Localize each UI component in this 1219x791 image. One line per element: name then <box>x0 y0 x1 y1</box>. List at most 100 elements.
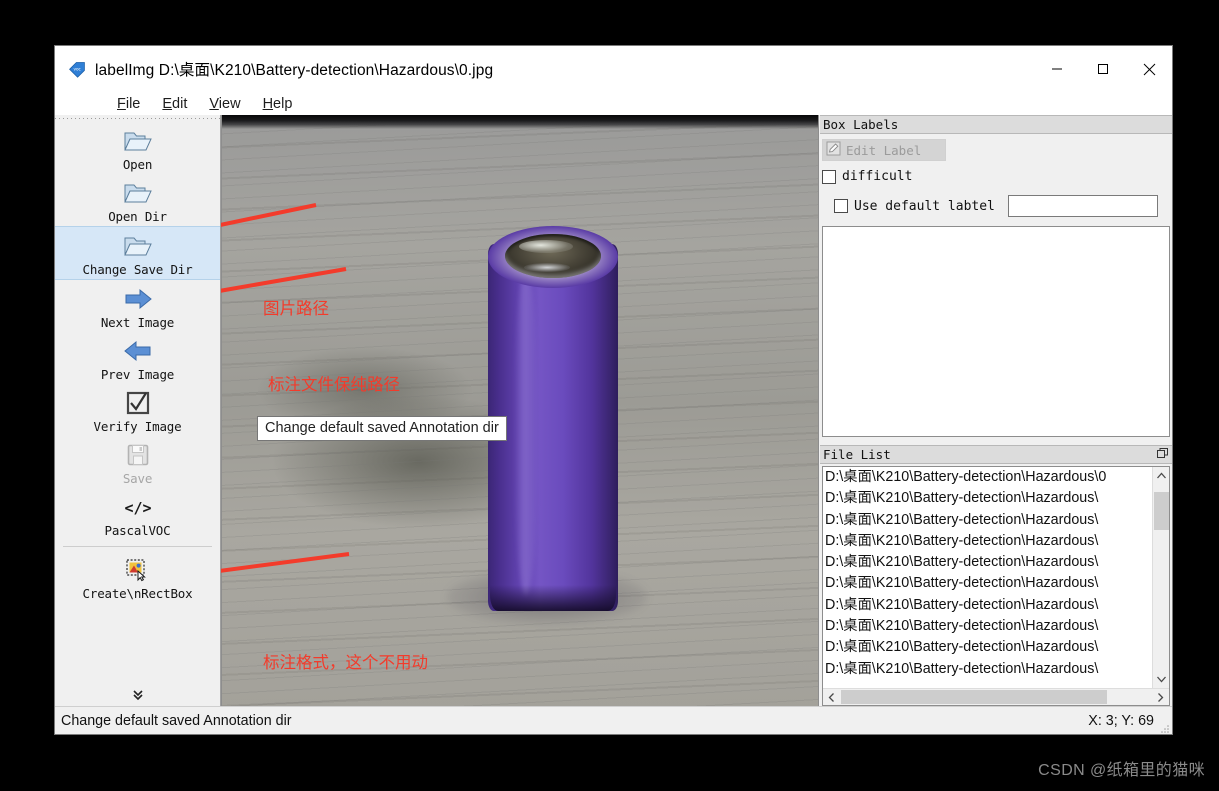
toolbar-label-save: Save <box>122 471 153 486</box>
labelimg-window: voc labelImg D:\桌面\K210\Battery-detectio… <box>54 45 1173 735</box>
toolbar-label-create-rect-box: Create\nRectBox <box>82 586 193 601</box>
list-item[interactable]: D:\桌面\K210\Battery-detection\Hazardous\ <box>825 616 1152 637</box>
left-toolbar: Open Open Dir Change Save Dir Next Image… <box>55 115 221 706</box>
toolbar-label-open: Open <box>122 157 153 172</box>
toolbar-label-change-save-dir: Change Save Dir <box>82 262 193 277</box>
create-rect-icon <box>125 555 151 585</box>
file-list-title: File List <box>823 447 891 462</box>
chevron-down-icon[interactable] <box>1153 671 1169 688</box>
list-item[interactable]: D:\桌面\K210\Battery-detection\Hazardous\ <box>825 637 1152 658</box>
annotation-text-save-path: 标注文件保纯路径 <box>268 375 400 394</box>
toolbar-item-open-dir[interactable]: Open Dir <box>55 174 220 226</box>
file-list-horizontal-scrollbar[interactable] <box>823 688 1169 705</box>
menu-bar: File Edit View Help <box>55 92 1172 115</box>
list-item[interactable]: D:\桌面\K210\Battery-detection\Hazardous\ <box>825 552 1152 573</box>
battery-object <box>488 226 618 611</box>
chevron-left-icon[interactable] <box>823 692 840 703</box>
use-default-label-checkbox[interactable] <box>834 199 848 213</box>
toolbar-item-save[interactable]: Save <box>55 436 220 488</box>
toolbar-item-create-rect-box[interactable]: Create\nRectBox <box>55 551 220 603</box>
window-controls <box>1034 46 1172 92</box>
toolbar-separator <box>63 546 212 547</box>
edit-label-button-text: Edit Label <box>846 142 922 158</box>
edit-label-button[interactable]: Edit Label <box>822 139 946 161</box>
list-item[interactable]: D:\桌面\K210\Battery-detection\Hazardous\ <box>825 659 1152 680</box>
file-list-panel: File List D:\桌面\K210\Battery-detection\H… <box>820 445 1172 706</box>
double-chevron-down-icon[interactable] <box>55 687 220 702</box>
tag-icon: voc <box>68 60 86 78</box>
toolbar-label-next-image: Next Image <box>100 315 175 330</box>
toolbar-item-format[interactable]: </> PascalVOC <box>55 488 220 540</box>
file-list-vertical-scrollbar[interactable] <box>1152 467 1169 688</box>
toolbar-drag-handle[interactable] <box>55 115 220 122</box>
resize-grip[interactable] <box>1160 722 1170 733</box>
toolbar-item-prev-image[interactable]: Prev Image <box>55 332 220 384</box>
difficult-checkbox[interactable] <box>822 169 836 184</box>
box-labels-panel: Box Labels Edit Label difficult Use defa… <box>820 115 1172 437</box>
annotation-text-format: 标注格式，这个不用动 <box>263 653 428 672</box>
chevron-up-icon[interactable] <box>1153 467 1169 484</box>
list-item[interactable]: D:\桌面\K210\Battery-detection\Hazardous\ <box>825 510 1152 531</box>
toolbar-item-verify-image[interactable]: Verify Image <box>55 384 220 436</box>
list-item[interactable]: D:\桌面\K210\Battery-detection\Hazardous\ <box>825 573 1152 594</box>
list-item[interactable]: D:\桌面\K210\Battery-detection\Hazardous\ <box>825 488 1152 509</box>
file-list-box[interactable]: D:\桌面\K210\Battery-detection\Hazardous\0… <box>822 466 1170 706</box>
file-list-title-bar: File List <box>820 445 1172 464</box>
menu-item-file[interactable]: File <box>117 96 140 112</box>
title-bar: voc labelImg D:\桌面\K210\Battery-detectio… <box>55 46 1172 92</box>
undock-icon[interactable] <box>1157 447 1168 462</box>
menu-file-mnemonic: F <box>117 95 126 112</box>
list-item[interactable]: D:\桌面\K210\Battery-detection\Hazardous\ <box>825 531 1152 552</box>
menu-edit-mnemonic: E <box>162 95 173 112</box>
canvas-area: 图片路径 标注文件保纯路径 标注格式，这个不用动 <box>221 115 820 706</box>
horizontal-scroll-thumb[interactable] <box>841 690 1107 704</box>
status-bar: Change default saved Annotation dir X: 3… <box>55 706 1172 734</box>
toolbar-item-open[interactable]: Open <box>55 122 220 174</box>
svg-text:voc: voc <box>74 67 82 72</box>
menu-help-mnemonic: H <box>262 95 274 112</box>
status-message: Change default saved Annotation dir <box>61 712 292 729</box>
toolbar-label-format: PascalVOC <box>104 523 171 538</box>
floppy-disk-icon <box>126 440 150 470</box>
toolbar-item-next-image[interactable]: Next Image <box>55 280 220 332</box>
box-labels-title: Box Labels <box>823 117 899 132</box>
minimize-button[interactable] <box>1034 46 1080 92</box>
image-canvas[interactable] <box>221 115 819 706</box>
menu-item-edit[interactable]: Edit <box>162 96 187 112</box>
default-label-input[interactable] <box>1007 195 1158 217</box>
use-default-label-text: Use default labtel <box>854 198 995 214</box>
close-button[interactable] <box>1126 46 1172 92</box>
menu-help-rest: elp <box>273 95 293 112</box>
menu-item-view[interactable]: View <box>209 96 240 112</box>
menu-view-mnemonic: V <box>209 95 219 112</box>
arrow-right-icon <box>122 284 154 314</box>
battery-highlight <box>514 266 538 596</box>
battery-bottom-shade <box>490 585 616 611</box>
battery-body <box>488 244 618 611</box>
box-labels-list[interactable] <box>822 226 1170 437</box>
chevron-right-icon[interactable] <box>1152 692 1169 703</box>
toolbar-label-open-dir: Open Dir <box>108 209 167 224</box>
battery-photo <box>222 115 818 706</box>
battery-terminal-highlight <box>519 240 573 253</box>
arrow-left-icon <box>122 336 154 366</box>
cursor-coordinates: X: 3; Y: 69 <box>1088 712 1154 729</box>
checkbox-tick-icon <box>125 388 151 418</box>
open-folder-icon <box>123 231 153 261</box>
difficult-checkbox-row[interactable]: difficult <box>822 169 1172 184</box>
right-dock: Box Labels Edit Label difficult Use defa… <box>820 115 1172 706</box>
menu-item-help[interactable]: Help <box>263 96 293 112</box>
csdn-watermark: CSDN @纸箱里的猫咪 <box>1038 762 1205 779</box>
battery-terminal-highlight-2 <box>524 263 570 272</box>
toolbar-item-change-save-dir[interactable]: Change Save Dir <box>55 226 220 280</box>
photo-top-band <box>222 115 818 125</box>
svg-text:</>: </> <box>124 499 151 517</box>
tooltip-change-save-dir: Change default saved Annotation dir <box>257 416 507 441</box>
menu-file-rest: ile <box>125 95 141 112</box>
maximize-button[interactable] <box>1080 46 1126 92</box>
vertical-scroll-thumb[interactable] <box>1154 492 1169 530</box>
file-list-items: D:\桌面\K210\Battery-detection\Hazardous\0… <box>823 467 1152 688</box>
list-item[interactable]: D:\桌面\K210\Battery-detection\Hazardous\0 <box>825 467 1152 488</box>
list-item[interactable]: D:\桌面\K210\Battery-detection\Hazardous\ <box>825 595 1152 616</box>
toolbar-label-prev-image: Prev Image <box>100 367 175 382</box>
